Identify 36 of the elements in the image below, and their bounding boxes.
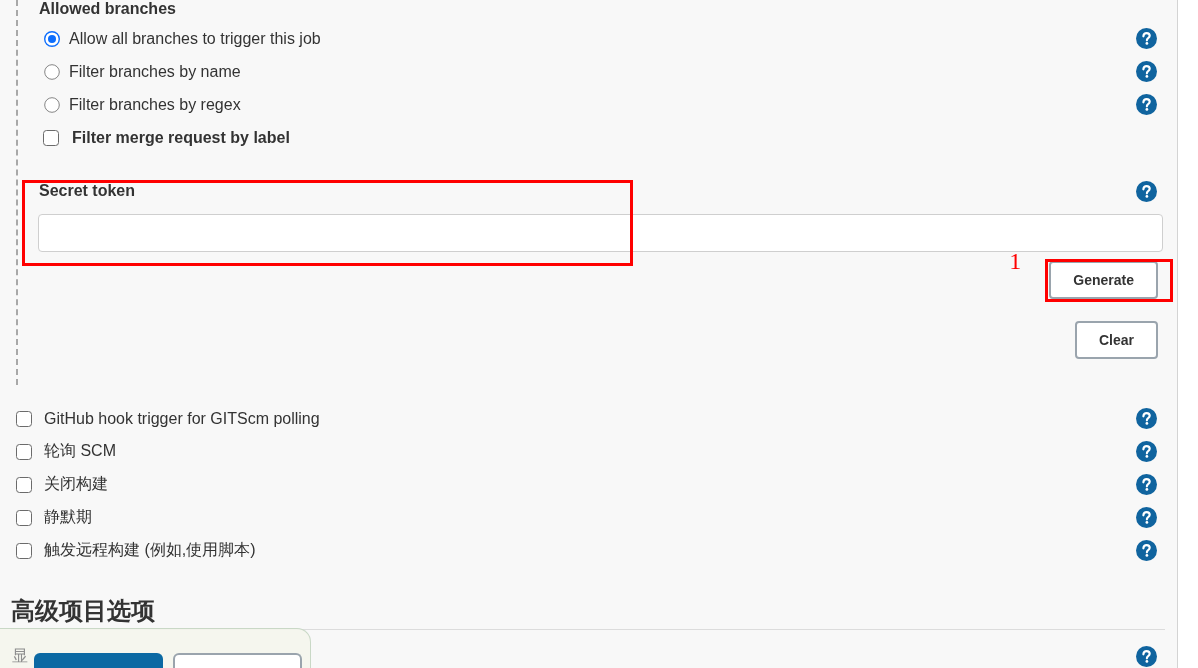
help-icon[interactable] <box>1136 28 1157 49</box>
checkbox[interactable] <box>16 509 32 526</box>
field-label: Secret token <box>39 182 136 200</box>
help-icon[interactable] <box>1136 94 1157 115</box>
checkbox[interactable] <box>43 129 59 146</box>
generate-button[interactable]: Generate <box>1049 261 1158 299</box>
radio-button[interactable] <box>44 30 60 47</box>
checkbox[interactable] <box>16 410 32 427</box>
checkbox[interactable] <box>16 443 32 460</box>
help-icon[interactable] <box>1136 180 1157 202</box>
checkbox-label[interactable]: 关闭构建 <box>44 474 108 495</box>
annotation-number: 1 <box>1009 250 1022 272</box>
radio-label[interactable]: Allow all branches to trigger this job <box>69 29 321 48</box>
checkbox-label[interactable]: Filter merge request by label <box>72 128 290 147</box>
text-field[interactable] <box>38 214 1163 252</box>
checkbox[interactable] <box>16 476 32 493</box>
help-icon[interactable] <box>1136 408 1157 429</box>
radio-button[interactable] <box>44 63 60 80</box>
radio-label[interactable]: Filter branches by regex <box>69 95 241 114</box>
help-icon[interactable] <box>1136 645 1157 667</box>
help-icon[interactable] <box>1136 441 1157 462</box>
section-heading: 高级项目选项 <box>11 597 155 625</box>
help-icon[interactable] <box>1136 474 1157 495</box>
clear-button[interactable]: Clear <box>1074 321 1158 359</box>
checkbox-label[interactable]: GitHub hook trigger for GITScm polling <box>44 409 320 428</box>
checkbox-label[interactable]: 触发远程构建 (例如,使用脚本) <box>44 540 256 561</box>
help-icon[interactable] <box>1136 61 1157 82</box>
field-label: 显 <box>12 645 28 666</box>
checkbox-label[interactable]: 静默期 <box>44 507 92 528</box>
checkbox[interactable] <box>16 542 32 559</box>
radio-button[interactable] <box>44 96 60 113</box>
help-icon[interactable] <box>1136 507 1157 528</box>
checkbox-label[interactable]: 轮询 SCM <box>44 441 116 462</box>
radio-label[interactable]: Filter branches by name <box>69 62 241 81</box>
section-title: Allowed branches <box>39 0 176 18</box>
help-icon[interactable] <box>1136 540 1157 561</box>
